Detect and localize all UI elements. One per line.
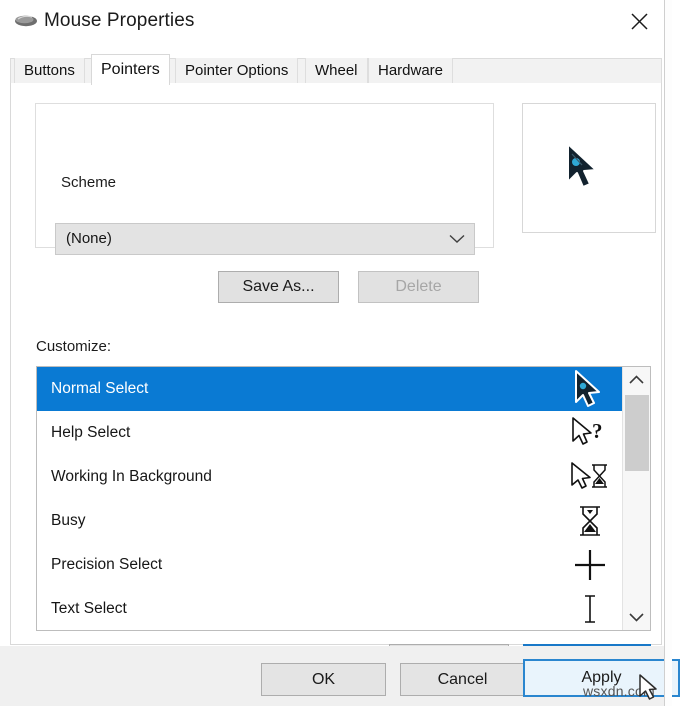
pointers-tab-panel: Scheme (None) Save As... Delete Customiz — [10, 83, 662, 675]
scroll-down-button[interactable] — [623, 604, 650, 630]
apply-button[interactable]: Apply — [523, 659, 680, 697]
tab-wheel[interactable]: Wheel — [305, 58, 368, 84]
list-item-label: Help Select — [51, 424, 131, 441]
normal-select-cursor-icon — [563, 142, 607, 196]
cursor-preview-pane — [522, 103, 656, 233]
list-item-help-select[interactable]: Help Select ? — [37, 411, 623, 455]
crosshair-cursor-icon — [567, 543, 613, 587]
scroll-up-button[interactable] — [623, 367, 650, 393]
cursor-list[interactable]: Normal Select Help Select ? Working In B… — [36, 366, 651, 631]
list-item-label: Precision Select — [51, 556, 163, 573]
mouse-properties-window: Mouse Properties Buttons Pointers Pointe… — [0, 0, 680, 706]
list-item-normal-select[interactable]: Normal Select — [37, 367, 623, 411]
tab-pointers[interactable]: Pointers — [91, 54, 170, 85]
dialog-footer: OK Cancel Apply — [0, 646, 680, 706]
close-button[interactable] — [616, 0, 662, 42]
delete-button: Delete — [358, 271, 479, 303]
cursor-list-scrollbar[interactable] — [622, 367, 650, 630]
list-item-busy[interactable]: Busy — [37, 499, 623, 543]
customize-label: Customize: — [36, 338, 112, 355]
cursor-list-rows: Normal Select Help Select ? Working In B… — [37, 367, 623, 630]
scheme-selected-value: (None) — [66, 230, 112, 247]
list-item-working-in-background[interactable]: Working In Background — [37, 455, 623, 499]
ok-button[interactable]: OK — [261, 663, 386, 696]
arrow-cursor-icon — [567, 367, 613, 411]
list-item-label: Text Select — [51, 600, 127, 617]
cancel-button[interactable]: Cancel — [400, 663, 525, 696]
ibeam-cursor-icon — [567, 587, 613, 630]
tab-buttons[interactable]: Buttons — [14, 58, 85, 84]
list-item-label: Working In Background — [51, 468, 212, 485]
mouse-icon — [14, 12, 38, 29]
chevron-down-icon — [449, 224, 465, 254]
scrollbar-thumb[interactable] — [625, 395, 649, 471]
list-item-label: Busy — [51, 512, 86, 529]
tab-hardware[interactable]: Hardware — [368, 58, 454, 84]
window-right-edge — [664, 0, 672, 706]
list-item-label: Normal Select — [51, 380, 149, 397]
save-as-button[interactable]: Save As... — [218, 271, 339, 303]
titlebar: Mouse Properties — [0, 0, 672, 42]
list-item-text-select[interactable]: Text Select — [37, 587, 623, 630]
hourglass-cursor-icon — [567, 499, 613, 543]
svg-text:?: ? — [592, 419, 603, 443]
scheme-dropdown[interactable]: (None) — [55, 223, 475, 255]
list-item-precision-select[interactable]: Precision Select — [37, 543, 623, 587]
scheme-group-title: Scheme — [55, 174, 123, 192]
window-title: Mouse Properties — [44, 10, 195, 31]
arrow-question-cursor-icon: ? — [567, 411, 613, 455]
tab-pointer-options[interactable]: Pointer Options — [175, 58, 299, 84]
tab-bar: Buttons Pointers Pointer Options Wheel H… — [10, 54, 662, 85]
arrow-hourglass-cursor-icon — [567, 455, 613, 499]
